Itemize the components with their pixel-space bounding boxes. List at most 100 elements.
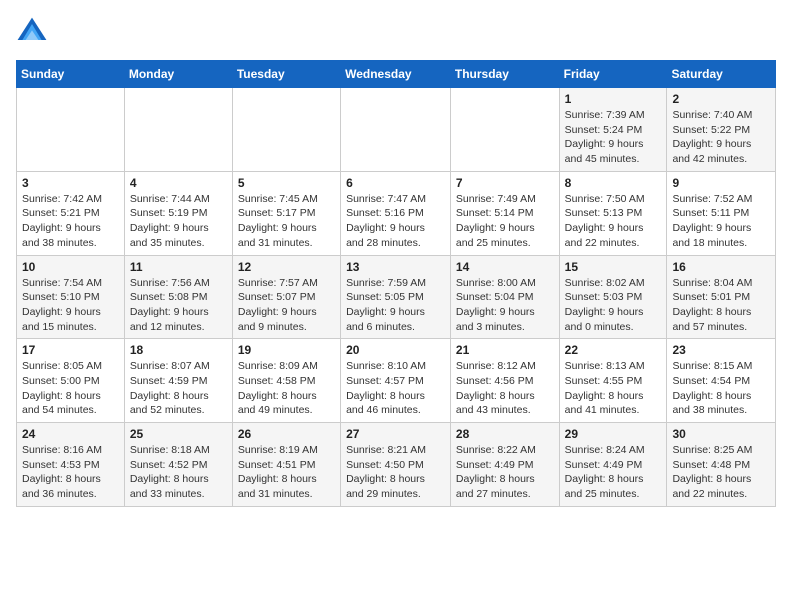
calendar-cell: 17Sunrise: 8:05 AM Sunset: 5:00 PM Dayli… [17, 339, 125, 423]
day-info: Sunrise: 7:57 AM Sunset: 5:07 PM Dayligh… [238, 276, 335, 335]
day-number: 30 [672, 427, 770, 441]
calendar-cell [17, 88, 125, 172]
calendar-cell [232, 88, 340, 172]
day-info: Sunrise: 7:44 AM Sunset: 5:19 PM Dayligh… [130, 192, 227, 251]
day-number: 28 [456, 427, 554, 441]
day-info: Sunrise: 8:21 AM Sunset: 4:50 PM Dayligh… [346, 443, 445, 502]
day-info: Sunrise: 8:09 AM Sunset: 4:58 PM Dayligh… [238, 359, 335, 418]
calendar-cell: 11 Sunrise: 7:56 AM Sunset: 5:08 PM Dayli… [124, 255, 232, 339]
calendar-cell: 27 Sunrise: 8:21 AM Sunset: 4:50 PM Dayli… [341, 423, 451, 507]
day-number: 5 [238, 176, 335, 190]
day-number: 23 [672, 343, 770, 357]
calendar-cell: 7 Sunrise: 7:49 AM Sunset: 5:14 PM Daylig… [450, 171, 559, 255]
day-number: 6 [346, 176, 445, 190]
day-info: Sunrise: 8:25 AM Sunset: 4:48 PM Dayligh… [672, 443, 770, 502]
day-info: Sunrise: 8:04 AM Sunset: 5:01 PM Dayligh… [672, 276, 770, 335]
day-number: 17 [22, 343, 119, 357]
day-info: Sunrise: 8:00 AM Sunset: 5:04 PM Dayligh… [456, 276, 554, 335]
calendar-cell: 22 Sunrise: 8:13 AM Sunset: 4:55 PM Dayli… [559, 339, 667, 423]
day-info: Sunrise: 8:10 AM Sunset: 4:57 PM Dayligh… [346, 359, 445, 418]
day-info: Sunrise: 7:42 AM Sunset: 5:21 PM Dayligh… [22, 192, 119, 251]
calendar-cell: 24 Sunrise: 8:16 AM Sunset: 4:53 PM Dayli… [17, 423, 125, 507]
calendar-cell [124, 88, 232, 172]
day-number: 16 [672, 260, 770, 274]
day-header-friday: Friday [559, 61, 667, 88]
calendar-cell: 8 Sunrise: 7:50 AM Sunset: 5:13 PM Daylig… [559, 171, 667, 255]
day-number: 27 [346, 427, 445, 441]
day-info: Sunrise: 7:49 AM Sunset: 5:14 PM Dayligh… [456, 192, 554, 251]
day-info: Sunrise: 8:13 AM Sunset: 4:55 PM Dayligh… [565, 359, 662, 418]
calendar-cell: 25 Sunrise: 8:18 AM Sunset: 4:52 PM Dayli… [124, 423, 232, 507]
day-info: Sunrise: 7:52 AM Sunset: 5:11 PM Dayligh… [672, 192, 770, 251]
day-number: 25 [130, 427, 227, 441]
day-info: Sunrise: 8:16 AM Sunset: 4:53 PM Dayligh… [22, 443, 119, 502]
day-info: Sunrise: 7:59 AM Sunset: 5:05 PM Dayligh… [346, 276, 445, 335]
calendar-cell: 30 Sunrise: 8:25 AM Sunset: 4:48 PM Dayli… [667, 423, 776, 507]
day-number: 26 [238, 427, 335, 441]
calendar-header-row: SundayMondayTuesdayWednesdayThursdayFrid… [17, 61, 776, 88]
day-number: 2 [672, 92, 770, 106]
day-number: 21 [456, 343, 554, 357]
day-number: 15 [565, 260, 662, 274]
calendar-cell: 13 Sunrise: 7:59 AM Sunset: 5:05 PM Dayli… [341, 255, 451, 339]
day-number: 10 [22, 260, 119, 274]
calendar-week-3: 10 Sunrise: 7:54 AM Sunset: 5:10 PM Dayli… [17, 255, 776, 339]
calendar-cell: 5 Sunrise: 7:45 AM Sunset: 5:17 PM Daylig… [232, 171, 340, 255]
day-info: Sunrise: 8:24 AM Sunset: 4:49 PM Dayligh… [565, 443, 662, 502]
day-info: Sunrise: 8:02 AM Sunset: 5:03 PM Dayligh… [565, 276, 662, 335]
calendar-cell: 20 Sunrise: 8:10 AM Sunset: 4:57 PM Dayli… [341, 339, 451, 423]
day-number: 18 [130, 343, 227, 357]
day-header-monday: Monday [124, 61, 232, 88]
day-number: 22 [565, 343, 662, 357]
day-header-saturday: Saturday [667, 61, 776, 88]
calendar-week-4: 17Sunrise: 8:05 AM Sunset: 5:00 PM Dayli… [17, 339, 776, 423]
day-header-sunday: Sunday [17, 61, 125, 88]
day-info: Sunrise: 7:47 AM Sunset: 5:16 PM Dayligh… [346, 192, 445, 251]
day-number: 29 [565, 427, 662, 441]
day-info: Sunrise: 8:15 AM Sunset: 4:54 PM Dayligh… [672, 359, 770, 418]
day-info: Sunrise: 7:45 AM Sunset: 5:17 PM Dayligh… [238, 192, 335, 251]
day-number: 13 [346, 260, 445, 274]
calendar-cell: 21 Sunrise: 8:12 AM Sunset: 4:56 PM Dayli… [450, 339, 559, 423]
calendar-cell: 16 Sunrise: 8:04 AM Sunset: 5:01 PM Dayli… [667, 255, 776, 339]
calendar-cell: 4Sunrise: 7:44 AM Sunset: 5:19 PM Daylig… [124, 171, 232, 255]
day-number: 11 [130, 260, 227, 274]
day-number: 7 [456, 176, 554, 190]
calendar-cell: 6 Sunrise: 7:47 AM Sunset: 5:16 PM Daylig… [341, 171, 451, 255]
calendar-cell: 29 Sunrise: 8:24 AM Sunset: 4:49 PM Dayli… [559, 423, 667, 507]
logo [16, 16, 52, 48]
calendar-cell: 19 Sunrise: 8:09 AM Sunset: 4:58 PM Dayli… [232, 339, 340, 423]
calendar-week-1: 1Sunrise: 7:39 AM Sunset: 5:24 PM Daylig… [17, 88, 776, 172]
calendar-cell: 23 Sunrise: 8:15 AM Sunset: 4:54 PM Dayli… [667, 339, 776, 423]
calendar-table: SundayMondayTuesdayWednesdayThursdayFrid… [16, 60, 776, 507]
day-info: Sunrise: 7:50 AM Sunset: 5:13 PM Dayligh… [565, 192, 662, 251]
day-info: Sunrise: 8:18 AM Sunset: 4:52 PM Dayligh… [130, 443, 227, 502]
day-header-thursday: Thursday [450, 61, 559, 88]
calendar-week-5: 24 Sunrise: 8:16 AM Sunset: 4:53 PM Dayli… [17, 423, 776, 507]
calendar-cell: 15 Sunrise: 8:02 AM Sunset: 5:03 PM Dayli… [559, 255, 667, 339]
calendar-cell: 28 Sunrise: 8:22 AM Sunset: 4:49 PM Dayli… [450, 423, 559, 507]
calendar-cell: 14Sunrise: 8:00 AM Sunset: 5:04 PM Dayli… [450, 255, 559, 339]
day-info: Sunrise: 8:22 AM Sunset: 4:49 PM Dayligh… [456, 443, 554, 502]
day-info: Sunrise: 7:54 AM Sunset: 5:10 PM Dayligh… [22, 276, 119, 335]
calendar-cell: 18 Sunrise: 8:07 AM Sunset: 4:59 PM Dayli… [124, 339, 232, 423]
calendar-cell [450, 88, 559, 172]
calendar-cell: 2 Sunrise: 7:40 AM Sunset: 5:22 PM Daylig… [667, 88, 776, 172]
day-number: 19 [238, 343, 335, 357]
day-info: Sunrise: 7:39 AM Sunset: 5:24 PM Dayligh… [565, 108, 662, 167]
day-number: 24 [22, 427, 119, 441]
calendar-cell: 9Sunrise: 7:52 AM Sunset: 5:11 PM Daylig… [667, 171, 776, 255]
calendar-cell: 3 Sunrise: 7:42 AM Sunset: 5:21 PM Daylig… [17, 171, 125, 255]
page-header [16, 16, 776, 48]
day-header-tuesday: Tuesday [232, 61, 340, 88]
day-number: 3 [22, 176, 119, 190]
day-number: 20 [346, 343, 445, 357]
day-info: Sunrise: 7:40 AM Sunset: 5:22 PM Dayligh… [672, 108, 770, 167]
calendar-week-2: 3 Sunrise: 7:42 AM Sunset: 5:21 PM Daylig… [17, 171, 776, 255]
calendar-cell: 1Sunrise: 7:39 AM Sunset: 5:24 PM Daylig… [559, 88, 667, 172]
day-info: Sunrise: 8:07 AM Sunset: 4:59 PM Dayligh… [130, 359, 227, 418]
day-info: Sunrise: 7:56 AM Sunset: 5:08 PM Dayligh… [130, 276, 227, 335]
day-info: Sunrise: 8:19 AM Sunset: 4:51 PM Dayligh… [238, 443, 335, 502]
day-info: Sunrise: 8:12 AM Sunset: 4:56 PM Dayligh… [456, 359, 554, 418]
day-number: 8 [565, 176, 662, 190]
